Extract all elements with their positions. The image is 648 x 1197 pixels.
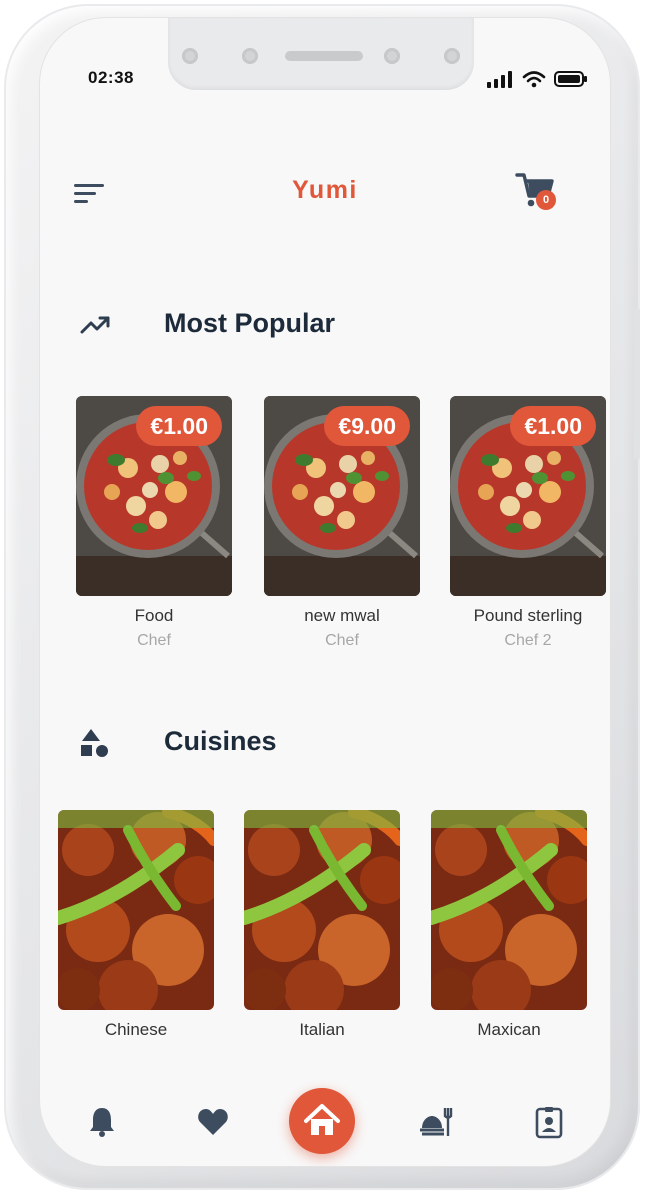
food-image: €1.00 [450, 396, 606, 596]
wifi-icon [522, 71, 546, 88]
heart-icon[interactable] [195, 1104, 231, 1140]
cuisines-header: Cuisines [78, 722, 558, 762]
cuisine-name: Maxican [477, 1020, 541, 1039]
home-icon [304, 1104, 340, 1135]
cuisine-name: Italian [299, 1020, 345, 1039]
signal-icon [487, 71, 512, 88]
home-button[interactable] [289, 1088, 355, 1154]
cuisine-image [431, 810, 587, 1010]
battery-icon [554, 71, 587, 87]
trending-up-icon [80, 316, 110, 334]
food-image: €1.00 [76, 396, 232, 596]
cuisine-card[interactable]: Maxican [431, 810, 587, 1040]
cuisine-name: Chinese [104, 1020, 168, 1039]
most-popular-list: €1.00 Food Chef €9.00 new mwal Chef €1.0… [76, 396, 610, 676]
item-name: new mwal [304, 606, 380, 625]
cart-button[interactable]: 0 [514, 168, 562, 212]
restaurant-icon[interactable] [418, 1104, 454, 1140]
phone-notch [168, 18, 474, 90]
phone-frame: 02:38 Yumi 0 Most Popular €1.00 Food Che… [4, 4, 640, 1190]
item-name: Food [134, 606, 174, 625]
price-badge: €1.00 [510, 406, 596, 446]
top-bar: Yumi 0 [40, 168, 610, 216]
cuisine-photo [58, 810, 214, 1010]
bottom-nav [40, 1088, 610, 1154]
section-title: Most Popular [164, 308, 336, 338]
notch-sensor [182, 48, 198, 64]
notch-sensor [384, 48, 400, 64]
popular-item-card[interactable]: €1.00 Pound sterling Chef 2 [450, 396, 606, 650]
cuisine-card[interactable]: Italian [244, 810, 400, 1040]
price-badge: €1.00 [136, 406, 222, 446]
notch-camera [444, 48, 460, 64]
section-title: Cuisines [164, 726, 277, 756]
popular-item-card[interactable]: €9.00 new mwal Chef [264, 396, 420, 650]
cuisine-photo [431, 810, 587, 1010]
item-chef: Chef [137, 632, 171, 649]
notch-speaker [285, 51, 363, 61]
notch-sensor [242, 48, 258, 64]
profile-badge-icon[interactable] [531, 1104, 567, 1140]
item-name: Pound sterling [473, 606, 583, 625]
food-image: €9.00 [264, 396, 420, 596]
item-chef: Chef 2 [504, 632, 552, 649]
popular-item-card[interactable]: €1.00 Food Chef [76, 396, 232, 650]
cuisine-image [58, 810, 214, 1010]
phone-side-button [634, 309, 640, 459]
category-shapes-icon [81, 729, 108, 757]
status-time: 02:38 [88, 68, 134, 87]
most-popular-header: Most Popular [78, 304, 558, 344]
cuisines-list: Chinese Italian Maxican [58, 810, 598, 1050]
app-screen: 02:38 Yumi 0 Most Popular €1.00 Food Che… [40, 18, 610, 1166]
item-chef: Chef [325, 632, 359, 649]
cuisine-card[interactable]: Chinese [58, 810, 214, 1040]
status-icons [486, 70, 588, 88]
price-badge: €9.00 [324, 406, 410, 446]
cuisine-image [244, 810, 400, 1010]
cuisine-photo [244, 810, 400, 1010]
bell-icon[interactable] [84, 1104, 120, 1140]
cart-count-badge: 0 [536, 190, 556, 210]
